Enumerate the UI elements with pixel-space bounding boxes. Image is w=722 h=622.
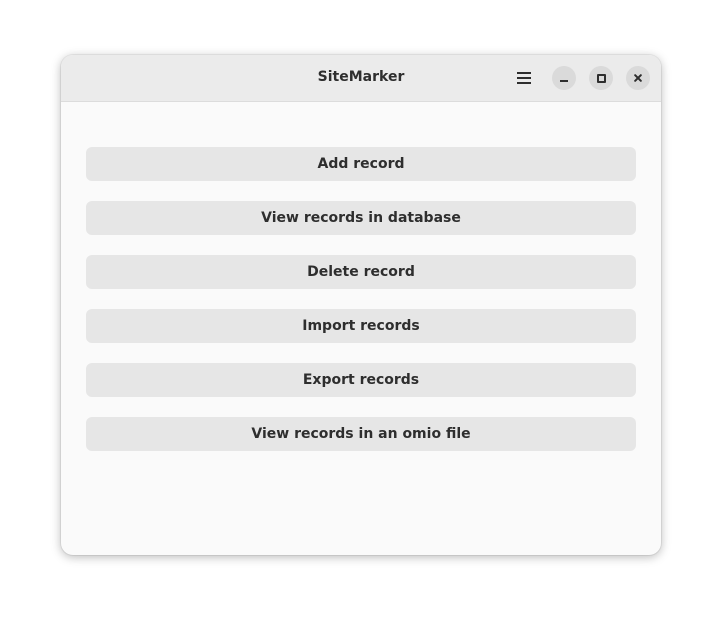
app-window: SiteMarker Add record View records in da… <box>61 55 661 555</box>
minimize-button[interactable] <box>552 66 576 90</box>
headerbar[interactable]: SiteMarker <box>61 55 661 102</box>
import-records-button[interactable]: Import records <box>86 309 636 343</box>
maximize-button[interactable] <box>589 66 613 90</box>
main-menu-button[interactable] <box>511 65 537 91</box>
export-records-button[interactable]: Export records <box>86 363 636 397</box>
hamburger-menu-icon <box>517 72 531 84</box>
add-record-button[interactable]: Add record <box>86 147 636 181</box>
close-button[interactable] <box>626 66 650 90</box>
view-records-in-omio-file-button[interactable]: View records in an omio file <box>86 417 636 451</box>
close-icon <box>632 72 644 84</box>
maximize-icon <box>597 74 606 83</box>
action-list: Add record View records in database Dele… <box>86 147 636 471</box>
delete-record-button[interactable]: Delete record <box>86 255 636 289</box>
view-records-in-database-button[interactable]: View records in database <box>86 201 636 235</box>
minimize-icon <box>560 80 568 82</box>
